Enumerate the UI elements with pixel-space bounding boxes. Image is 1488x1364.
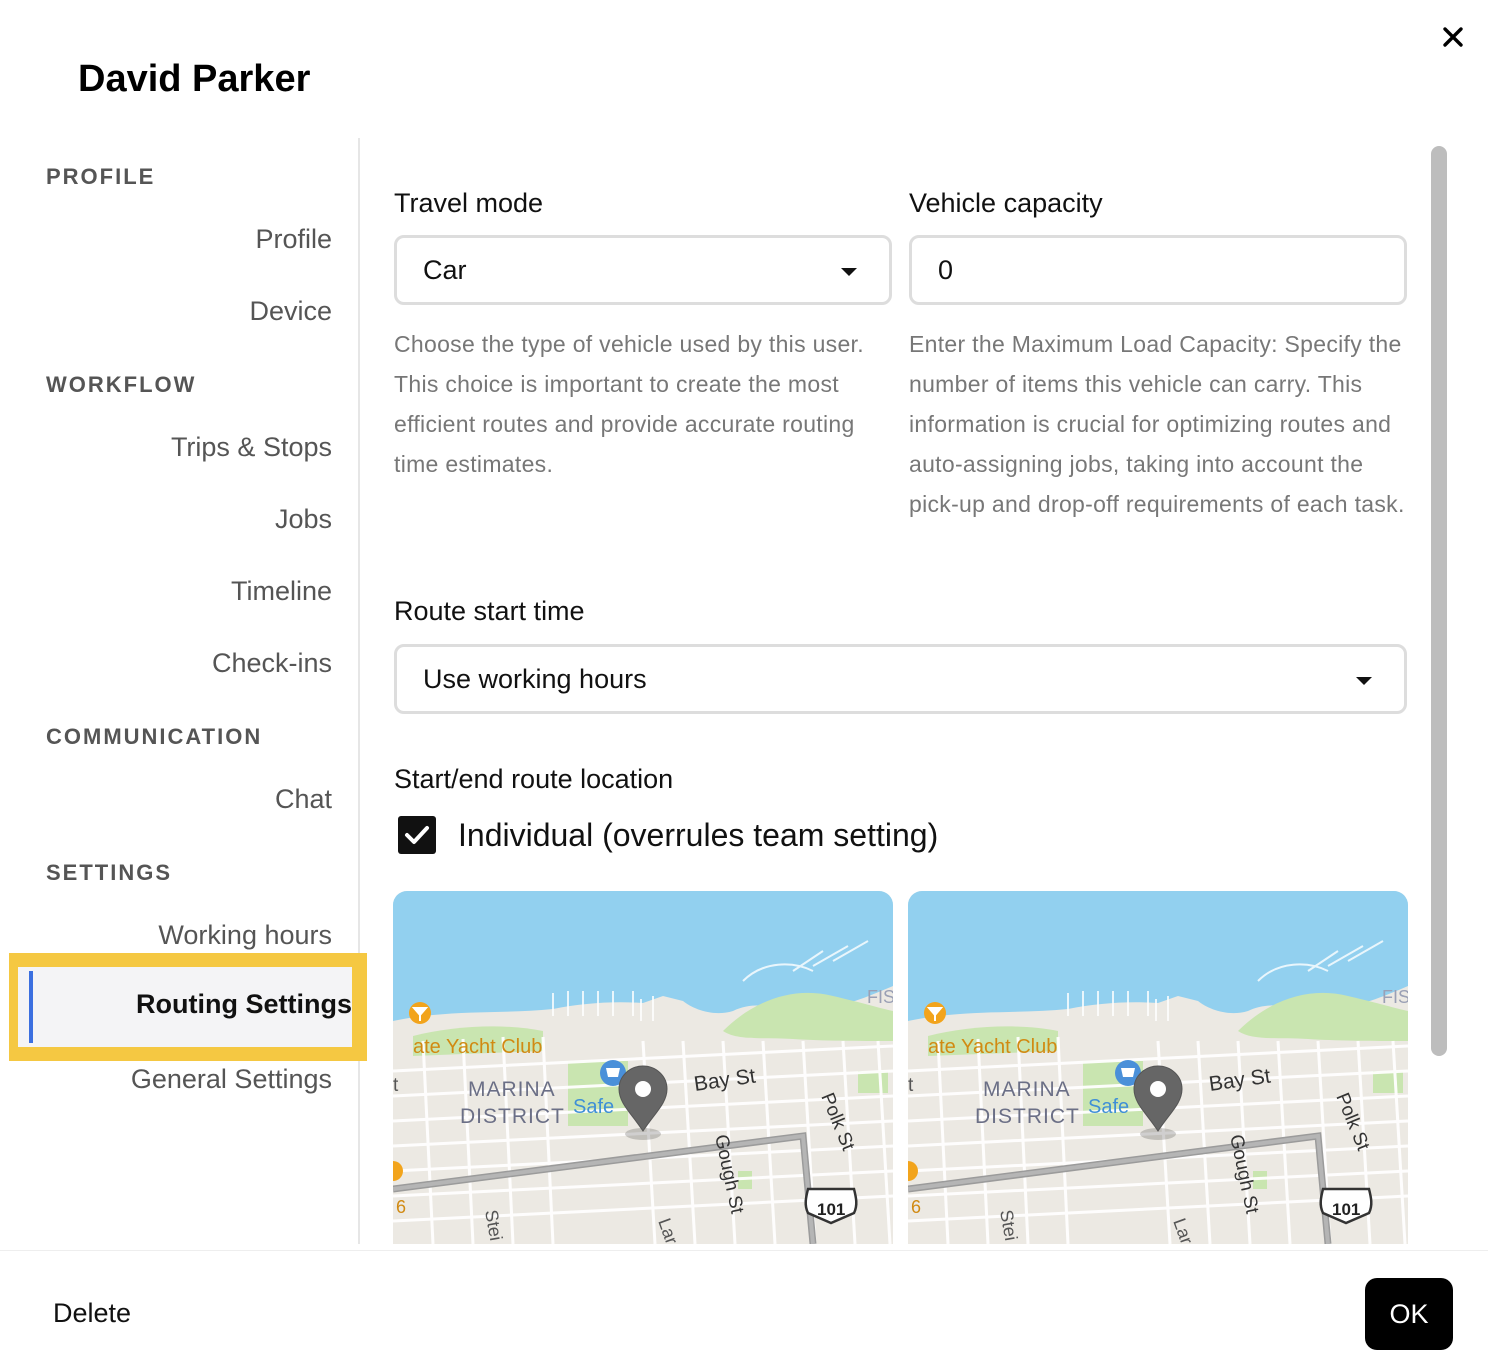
sidebar-item-trips-stops[interactable]: Trips & Stops bbox=[171, 432, 332, 463]
map-label-safeway: Safe bbox=[1088, 1096, 1129, 1118]
map-label-yacht-club: ate Yacht Club bbox=[928, 1036, 1057, 1058]
dialog-footer: Delete OK bbox=[0, 1250, 1488, 1364]
sidebar-item-timeline[interactable]: Timeline bbox=[231, 576, 332, 607]
sidebar-item-routing-settings[interactable]: Routing Settings bbox=[18, 967, 352, 1047]
content-scrollbar[interactable] bbox=[1431, 146, 1447, 1056]
checkmark-icon bbox=[405, 826, 429, 844]
map-label-district: DISTRICT bbox=[975, 1105, 1080, 1128]
individual-location-label: Individual (overrules team setting) bbox=[458, 817, 939, 853]
individual-location-checkbox[interactable] bbox=[398, 816, 436, 854]
sidebar-item-check-ins[interactable]: Check-ins bbox=[212, 648, 332, 679]
section-heading-workflow: WORKFLOW bbox=[46, 372, 197, 397]
sidebar-nav: PROFILE Profile Device WORKFLOW Trips & … bbox=[0, 138, 367, 1244]
map-label-left-6: 6 bbox=[911, 1197, 921, 1217]
delete-button[interactable]: Delete bbox=[53, 1298, 131, 1329]
sidebar-item-device[interactable]: Device bbox=[249, 296, 332, 327]
map-label-safeway: Safe bbox=[573, 1096, 614, 1118]
close-button[interactable] bbox=[1436, 20, 1470, 54]
sidebar-item-working-hours[interactable]: Working hours bbox=[158, 920, 332, 951]
sidebar-item-profile[interactable]: Profile bbox=[255, 224, 332, 255]
sidebar-item-chat[interactable]: Chat bbox=[275, 784, 332, 815]
map-label-marina: MARINA bbox=[468, 1078, 556, 1101]
map-label-left-6: 6 bbox=[396, 1197, 406, 1217]
travel-mode-help: Choose the type of vehicle used by this … bbox=[394, 331, 864, 477]
routing-settings-panel: Travel mode Car Choose the type of vehic… bbox=[362, 138, 1442, 1244]
map-label-highway: 101 bbox=[1332, 1200, 1360, 1219]
map-label-left-t: t bbox=[393, 1075, 399, 1096]
close-icon bbox=[1443, 27, 1463, 47]
sidebar-item-label: Routing Settings bbox=[136, 989, 352, 1019]
end-location-map[interactable]: ate Yacht Club MARINA DISTRICT Safe Bay … bbox=[908, 891, 1408, 1244]
map-label-highway: 101 bbox=[817, 1200, 845, 1219]
ok-button[interactable]: OK bbox=[1365, 1278, 1453, 1350]
start-location-map[interactable]: ate Yacht Club MARINA DISTRICT Safe Bay … bbox=[393, 891, 893, 1244]
map-label-fis: FIS bbox=[867, 987, 893, 1007]
section-heading-communication: COMMUNICATION bbox=[46, 724, 263, 749]
section-heading-settings: SETTINGS bbox=[46, 860, 173, 885]
caret-down-icon bbox=[841, 268, 857, 276]
vehicle-capacity-help: Enter the Maximum Load Capacity: Specify… bbox=[909, 331, 1405, 517]
caret-down-icon bbox=[1356, 677, 1372, 685]
travel-mode-label: Travel mode bbox=[394, 188, 544, 218]
section-heading-profile: PROFILE bbox=[46, 164, 156, 189]
map-label-marina: MARINA bbox=[983, 1078, 1071, 1101]
route-start-time-value: Use working hours bbox=[423, 663, 647, 694]
dialog-title: David Parker bbox=[78, 58, 311, 100]
vehicle-capacity-label: Vehicle capacity bbox=[909, 188, 1103, 218]
travel-mode-select[interactable]: Car bbox=[394, 235, 892, 305]
sidebar-item-general-settings[interactable]: General Settings bbox=[131, 1064, 332, 1095]
travel-mode-value: Car bbox=[423, 254, 467, 285]
route-start-time-label: Route start time bbox=[394, 596, 585, 626]
sidebar-item-jobs[interactable]: Jobs bbox=[275, 504, 332, 535]
map-label-district: DISTRICT bbox=[460, 1105, 565, 1128]
start-end-location-label: Start/end route location bbox=[394, 764, 674, 794]
map-label-left-t: t bbox=[908, 1075, 914, 1096]
map-label-yacht-club: ate Yacht Club bbox=[413, 1036, 542, 1058]
vehicle-capacity-input[interactable]: 0 bbox=[909, 235, 1407, 305]
active-indicator bbox=[29, 971, 33, 1043]
vehicle-capacity-value: 0 bbox=[938, 254, 954, 285]
map-label-fis: FIS bbox=[1382, 987, 1408, 1007]
route-start-time-select[interactable]: Use working hours bbox=[394, 644, 1407, 714]
